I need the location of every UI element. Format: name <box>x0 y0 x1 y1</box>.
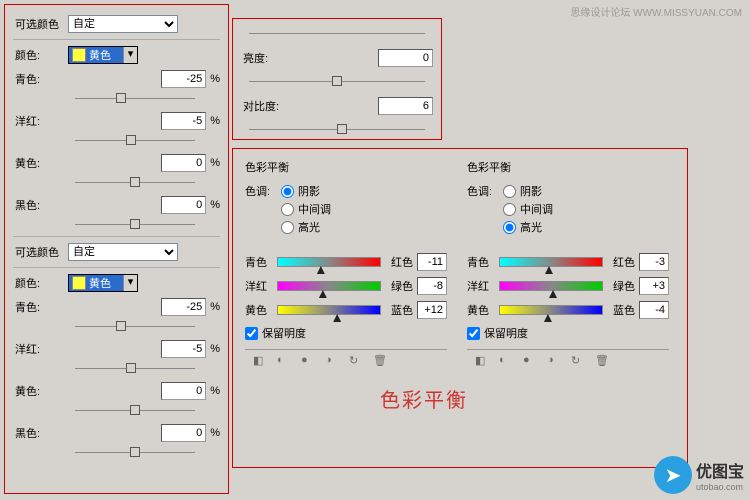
shadows-radio-l[interactable] <box>281 185 294 198</box>
contrast-input[interactable] <box>378 97 433 115</box>
magenta-slider-2[interactable] <box>75 362 195 376</box>
brightness-contrast-panel: 亮度: 对比度: <box>232 18 442 140</box>
yb-value-l[interactable] <box>417 301 447 319</box>
toolbar-l: ◧ ◐ ● ◑ ↻ 🗑 <box>245 349 447 372</box>
tone-label: 色调: <box>245 181 281 237</box>
preserve-check-l[interactable] <box>245 327 258 340</box>
midtones-radio-r[interactable] <box>503 203 516 216</box>
tool-icon[interactable]: ◧ <box>253 354 267 368</box>
preset-select-2[interactable]: 自定 <box>68 243 178 261</box>
preset-label: 可选颜色 <box>13 16 68 32</box>
overlay-caption: 色彩平衡 <box>380 384 468 413</box>
tool-icon[interactable]: ◐ <box>499 354 513 368</box>
black-label: 黑色: <box>13 197 68 213</box>
cyan-slider-2[interactable] <box>75 320 195 334</box>
tool-icon[interactable]: ↻ <box>349 354 363 368</box>
cyan-label: 青色: <box>13 71 68 87</box>
cr-value-r[interactable] <box>639 253 669 271</box>
black-slider[interactable] <box>75 218 195 232</box>
cb-title-right: 色彩平衡 <box>467 159 669 175</box>
yb-value-r[interactable] <box>639 301 669 319</box>
cyan-input-2[interactable] <box>161 298 206 316</box>
percent-label: % <box>210 73 220 85</box>
watermark-text: 思缘设计论坛 WWW.MISSYUAN.COM <box>570 4 742 19</box>
trash-icon[interactable]: 🗑 <box>373 354 387 368</box>
shadows-radio-r[interactable] <box>503 185 516 198</box>
yb-slider-r[interactable] <box>499 305 603 315</box>
dropdown-arrow-icon-2: ▾ <box>123 275 137 291</box>
brightness-slider[interactable] <box>249 75 425 89</box>
highlights-radio-l[interactable] <box>281 221 294 234</box>
site-logo: ➤ 优图宝 utobao.com <box>654 456 744 494</box>
selective-color-panel: 可选颜色 自定 颜色: 黄色 ▾ 青色:% 洋红:% 黄色:% 黑色:% 可选颜… <box>4 4 229 494</box>
black-input-2[interactable] <box>161 424 206 442</box>
preserve-check-r[interactable] <box>467 327 480 340</box>
contrast-slider[interactable] <box>249 123 425 137</box>
cyan-slider[interactable] <box>75 92 195 106</box>
color-label: 颜色: <box>13 47 68 63</box>
color-dropdown-2[interactable]: 黄色 ▾ <box>68 274 138 292</box>
color-dropdown[interactable]: 黄色 ▾ <box>68 46 138 64</box>
logo-name: 优图宝 <box>696 458 744 482</box>
mg-slider-l[interactable] <box>277 281 381 291</box>
mg-value-l[interactable] <box>417 277 447 295</box>
cb-title-left: 色彩平衡 <box>245 159 447 175</box>
tool-icon[interactable]: ◑ <box>547 354 561 368</box>
brightness-label: 亮度: <box>241 50 285 66</box>
yellow-label: 黄色: <box>13 155 68 171</box>
dropdown-arrow-icon: ▾ <box>123 47 137 63</box>
yellow-slider[interactable] <box>75 176 195 190</box>
brightness-input[interactable] <box>378 49 433 67</box>
toolbar-r: ◧ ◐ ● ◑ ↻ 🗑 <box>467 349 669 372</box>
tool-icon[interactable]: ● <box>523 354 537 368</box>
yellow-input-2[interactable] <box>161 382 206 400</box>
cr-slider-l[interactable] <box>277 257 381 267</box>
cr-value-l[interactable] <box>417 253 447 271</box>
tool-icon[interactable]: ◑ <box>325 354 339 368</box>
yb-slider-l[interactable] <box>277 305 381 315</box>
black-input[interactable] <box>161 196 206 214</box>
tool-icon[interactable]: ◧ <box>475 354 489 368</box>
preset-select[interactable]: 自定 <box>68 15 178 33</box>
tool-icon[interactable]: ● <box>301 354 315 368</box>
color-balance-left: 色彩平衡 色调: 阴影 中间调 高光 青色红色 洋红绿色 黄色蓝色 保留明度 ◧… <box>237 153 455 463</box>
yellow-slider-2[interactable] <box>75 404 195 418</box>
color-balance-right: 色彩平衡 色调: 阴影 中间调 高光 青色红色 洋红绿色 黄色蓝色 保留明度 ◧… <box>459 153 677 463</box>
highlights-radio-r[interactable] <box>503 221 516 234</box>
magenta-label: 洋红: <box>13 113 68 129</box>
magenta-slider[interactable] <box>75 134 195 148</box>
color-label-2: 颜色: <box>13 275 68 291</box>
cyan-input[interactable] <box>161 70 206 88</box>
magenta-input-2[interactable] <box>161 340 206 358</box>
magenta-input[interactable] <box>161 112 206 130</box>
tool-icon[interactable]: ◐ <box>277 354 291 368</box>
cr-slider-r[interactable] <box>499 257 603 267</box>
tone-label-r: 色调: <box>467 181 503 237</box>
black-slider-2[interactable] <box>75 446 195 460</box>
contrast-label: 对比度: <box>241 98 285 114</box>
preset-label-2: 可选颜色 <box>13 244 68 260</box>
yellow-input[interactable] <box>161 154 206 172</box>
color-swatch-icon-2 <box>72 276 86 290</box>
mg-value-r[interactable] <box>639 277 669 295</box>
trash-icon[interactable]: 🗑 <box>595 354 609 368</box>
top-slider[interactable] <box>249 27 425 41</box>
midtones-radio-l[interactable] <box>281 203 294 216</box>
color-swatch-icon <box>72 48 86 62</box>
tool-icon[interactable]: ↻ <box>571 354 585 368</box>
color-balance-container: 色彩平衡 色调: 阴影 中间调 高光 青色红色 洋红绿色 黄色蓝色 保留明度 ◧… <box>232 148 688 468</box>
logo-url: utobao.com <box>696 482 744 492</box>
logo-icon: ➤ <box>654 456 692 494</box>
mg-slider-r[interactable] <box>499 281 603 291</box>
